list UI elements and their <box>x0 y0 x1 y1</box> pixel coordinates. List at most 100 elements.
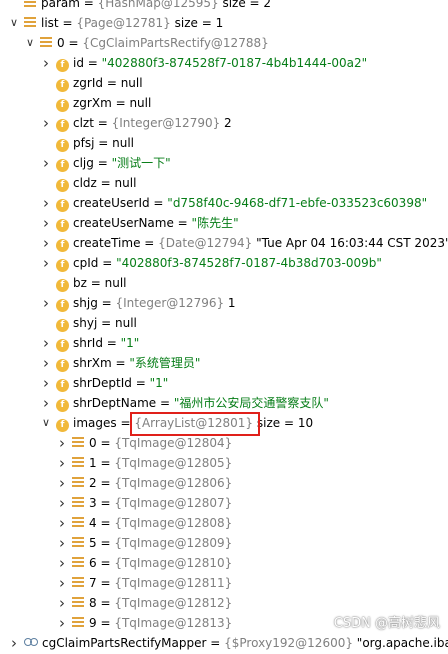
chevron-right-icon[interactable]: › <box>40 353 52 373</box>
field-icon: f <box>56 173 69 193</box>
tree-row-text: 3 = {TqImage@12807} <box>89 493 232 513</box>
chevron-right-icon[interactable]: › <box>56 613 68 633</box>
variable-name: createUserName <box>73 216 174 230</box>
tree-row[interactable]: param = {HashMap@12595} size = 2 <box>0 0 448 13</box>
tree-row[interactable]: › f createTime = {Date@12794} "Tue Apr 04 … <box>0 233 448 253</box>
value-text: null <box>120 76 143 90</box>
chevron-right-icon[interactable]: › <box>40 153 52 173</box>
tree-row-text: shrXm = "系统管理员" <box>73 353 200 373</box>
chevron-right-icon[interactable]: › <box>56 453 68 473</box>
chevron-right-icon[interactable]: › <box>56 493 68 513</box>
tree-row[interactable]: › cgClaimPartsRectifyMapper = {$Proxy192@… <box>0 633 448 653</box>
equals-sign: = <box>140 236 159 250</box>
tree-row[interactable]: › 6 = {TqImage@12810} <box>0 553 448 573</box>
field-icon: f <box>56 313 69 333</box>
object-list-icon <box>72 473 84 494</box>
chevron-right-icon[interactable]: › <box>40 333 52 353</box>
chevron-down-icon[interactable]: ∨ <box>40 413 52 433</box>
tree-row[interactable]: › 2 = {TqImage@12806} <box>0 473 448 493</box>
variable-name: shjg <box>73 296 98 310</box>
tree-row[interactable]: › f id = "402880f3-874528f7-0187-4b4b1444-… <box>0 53 448 73</box>
object-reference: {HashMap@12595} <box>97 0 219 10</box>
tree-row[interactable]: › f cljg = "测试一下" <box>0 153 448 173</box>
chevron-right-icon[interactable]: › <box>56 593 68 613</box>
object-list-icon <box>72 513 84 534</box>
tree-row[interactable]: › f shrDeptName = "福州市公安局交通警察支队" <box>0 393 448 413</box>
chevron-right-icon[interactable]: › <box>40 233 52 253</box>
chevron-right-icon[interactable]: › <box>56 513 68 533</box>
field-icon: f <box>56 213 69 233</box>
variable-name: bz <box>73 276 87 290</box>
chevron-right-icon[interactable]: › <box>40 253 52 273</box>
tree-row[interactable]: › 0 = {TqImage@12804} <box>0 433 448 453</box>
value-text: null <box>112 136 135 150</box>
tree-row[interactable]: › f cpId = "402880f3-874528f7-0187-4b38d70… <box>0 253 448 273</box>
tree-row[interactable]: f zgrXm = null <box>0 93 448 113</box>
variable-name: shrId <box>73 336 103 350</box>
tree-row[interactable]: › 5 = {TqImage@12809} <box>0 533 448 553</box>
chevron-right-icon[interactable]: › <box>40 53 52 73</box>
variable-name: createTime <box>73 236 141 250</box>
chevron-right-icon[interactable]: › <box>56 433 68 453</box>
tree-row[interactable]: › 7 = {TqImage@12811} <box>0 573 448 593</box>
equals-sign: = <box>156 396 174 410</box>
tree-row[interactable]: › 1 = {TqImage@12805} <box>0 453 448 473</box>
tree-row[interactable]: › 4 = {TqImage@12808} <box>0 513 448 533</box>
tree-row[interactable]: f bz = null <box>0 273 448 293</box>
chevron-right-icon[interactable]: › <box>40 113 52 133</box>
tree-row-text: cljg = "测试一下" <box>73 153 171 173</box>
equals-sign: = <box>96 436 115 450</box>
tree-row-text: id = "402880f3-874528f7-0187-4b4b1444-00… <box>73 53 367 73</box>
equals-sign: = <box>102 336 121 350</box>
chevron-right-icon[interactable]: › <box>40 293 52 313</box>
equals-sign: = <box>96 176 115 190</box>
chevron-down-icon[interactable]: ∨ <box>8 13 20 33</box>
chevron-right-icon[interactable]: › <box>56 553 68 573</box>
tree-row[interactable]: › f createUserId = "d758f40c-9468-df71-ebf… <box>0 193 448 213</box>
value-text: 2 <box>220 116 232 130</box>
field-icon: f <box>56 73 69 93</box>
tree-row[interactable]: › 3 = {TqImage@12807} <box>0 493 448 513</box>
chevron-right-icon[interactable]: › <box>8 633 20 653</box>
variable-name: clzt <box>73 116 94 130</box>
equals-sign: = <box>96 556 115 570</box>
chevron-right-icon[interactable]: › <box>40 213 52 233</box>
field-icon: f <box>56 193 69 213</box>
tree-row-text: 8 = {TqImage@12812} <box>89 593 232 613</box>
tree-row[interactable]: f cldz = null <box>0 173 448 193</box>
equals-sign: = <box>96 496 115 510</box>
tree-row[interactable]: › f createUserName = "陈先生" <box>0 213 448 233</box>
string-value: "d758f40c-9468-df71-ebfe-033523c60398" <box>167 196 428 210</box>
variable-name: 2 <box>89 476 97 490</box>
tree-row[interactable]: ∨ list = {Page@12781} size = 1 <box>0 13 448 33</box>
variable-name: pfsj <box>73 136 95 150</box>
tree-row[interactable]: ∨ f images = {ArrayList@12801} size = 10 <box>0 413 448 433</box>
equals-sign: = <box>116 416 135 430</box>
variable-name: shrXm <box>73 356 112 370</box>
tree-row[interactable]: f pfsj = null <box>0 133 448 153</box>
tree-row[interactable]: › 8 = {TqImage@12812} <box>0 593 448 613</box>
chevron-right-icon[interactable]: › <box>40 373 52 393</box>
tree-row[interactable]: › f shrDeptId = "1" <box>0 373 448 393</box>
tree-row-text: 0 = {TqImage@12804} <box>89 433 232 453</box>
chevron-right-icon[interactable]: › <box>56 473 68 493</box>
tree-row-text: 1 = {TqImage@12805} <box>89 453 232 473</box>
tree-row[interactable]: f zgrId = null <box>0 73 448 93</box>
chevron-right-icon[interactable]: › <box>56 533 68 553</box>
equals-sign: = <box>96 596 115 610</box>
tree-row[interactable]: f shyj = null <box>0 313 448 333</box>
tree-row-text: shrDeptName = "福州市公安局交通警察支队" <box>73 393 329 413</box>
chevron-right-icon[interactable]: › <box>40 193 52 213</box>
variable-name: zgrXm <box>73 96 112 110</box>
tree-row[interactable]: › f shrId = "1" <box>0 333 448 353</box>
chevron-right-icon[interactable]: › <box>40 393 52 413</box>
chevron-down-icon[interactable]: ∨ <box>24 33 36 53</box>
chevron-right-icon[interactable]: › <box>56 573 68 593</box>
tree-row-text: cldz = null <box>73 173 136 193</box>
tree-row[interactable]: › f clzt = {Integer@12790} 2 <box>0 113 448 133</box>
tree-row[interactable]: › f shrXm = "系统管理员" <box>0 353 448 373</box>
tree-row[interactable]: ∨ 0 = {CgClaimPartsRectify@12788} <box>0 33 448 53</box>
variable-name: param <box>41 0 80 10</box>
tree-row-text: createUserId = "d758f40c-9468-df71-ebfe-… <box>73 193 427 213</box>
tree-row[interactable]: › f shjg = {Integer@12796} 1 <box>0 293 448 313</box>
